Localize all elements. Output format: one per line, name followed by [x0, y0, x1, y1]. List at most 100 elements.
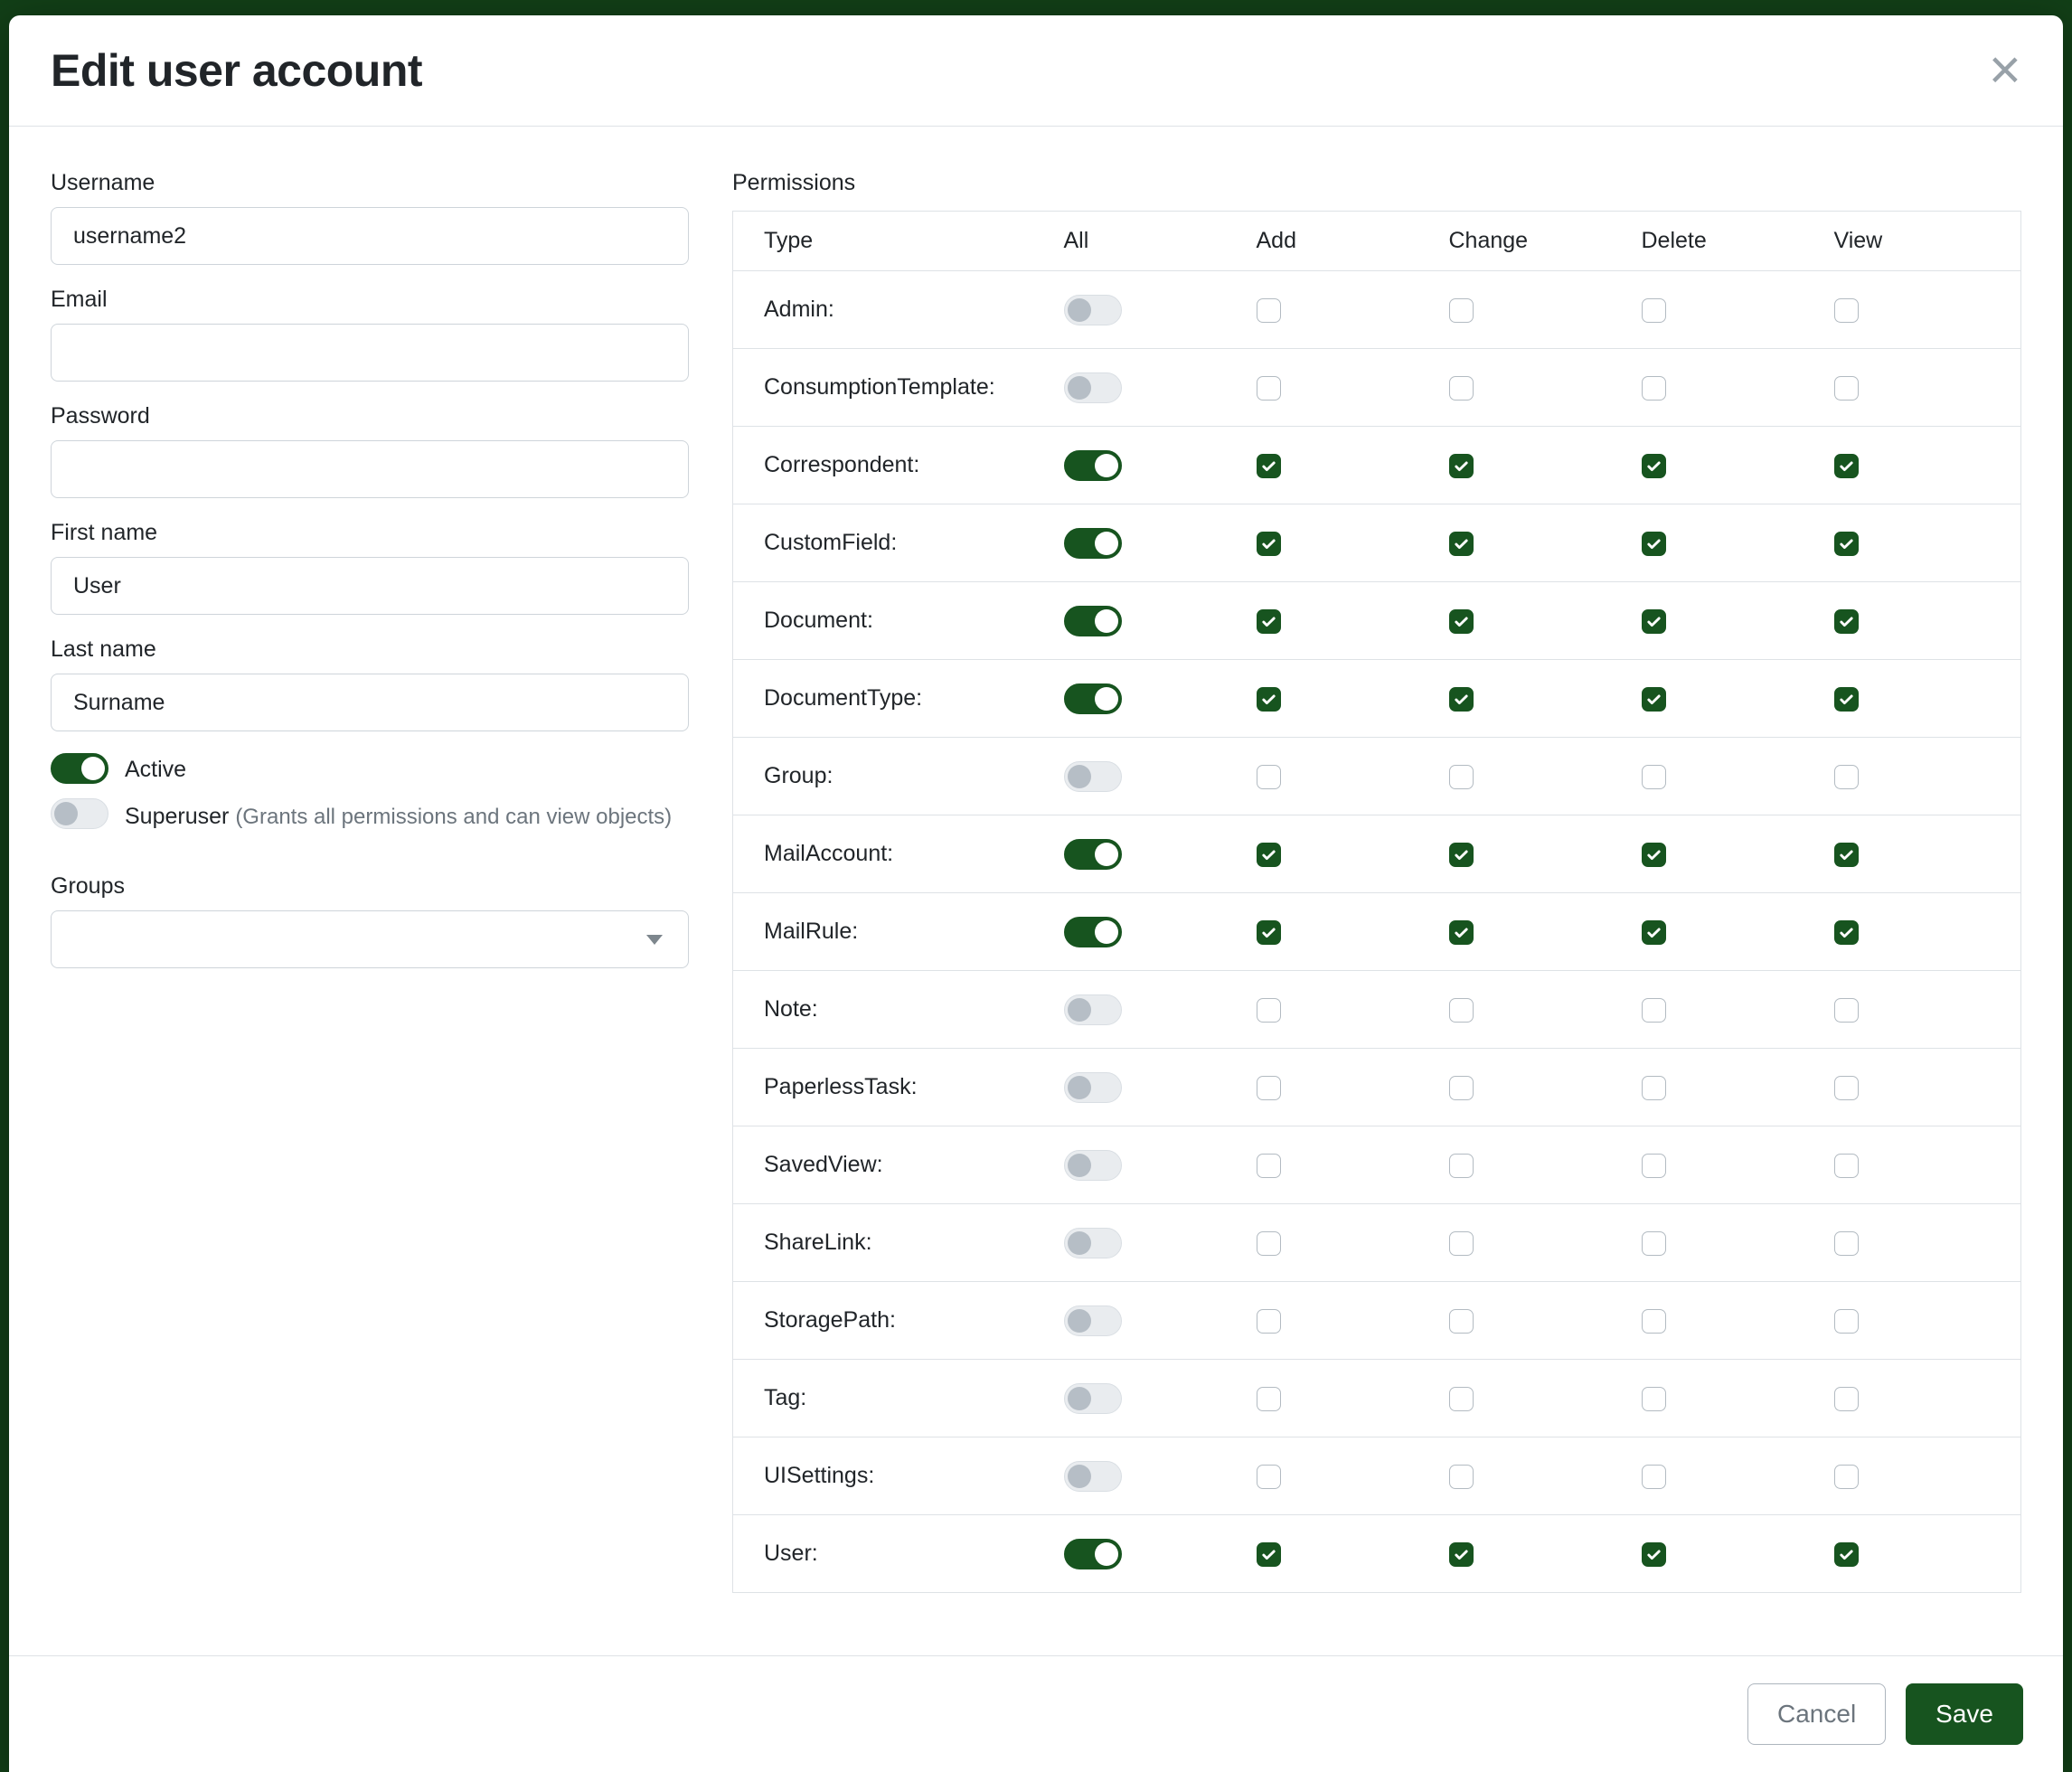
permission-view-checkbox[interactable]: [1834, 1154, 1859, 1178]
active-toggle[interactable]: [51, 753, 108, 784]
permission-change-checkbox[interactable]: [1449, 1231, 1474, 1256]
permission-add-checkbox[interactable]: [1257, 1076, 1281, 1100]
permission-delete-checkbox[interactable]: [1642, 532, 1666, 556]
permission-change-checkbox[interactable]: [1449, 1076, 1474, 1100]
permission-view-checkbox[interactable]: [1834, 1076, 1859, 1100]
permission-view-checkbox[interactable]: [1834, 532, 1859, 556]
modal-body: Username Email Password First name Last …: [9, 127, 2063, 1655]
permission-delete-checkbox[interactable]: [1642, 1231, 1666, 1256]
permission-add-checkbox[interactable]: [1257, 609, 1281, 634]
permission-delete-checkbox[interactable]: [1642, 1309, 1666, 1334]
permission-delete-checkbox[interactable]: [1642, 687, 1666, 712]
permission-view-checkbox[interactable]: [1834, 843, 1859, 867]
close-icon[interactable]: ×: [1989, 42, 2021, 99]
permission-change-checkbox[interactable]: [1449, 376, 1474, 401]
permission-change-checkbox[interactable]: [1449, 998, 1474, 1023]
permission-add-checkbox[interactable]: [1257, 1154, 1281, 1178]
permission-delete-checkbox[interactable]: [1642, 1387, 1666, 1411]
username-input[interactable]: [51, 207, 689, 265]
superuser-toggle[interactable]: [51, 798, 108, 829]
permission-delete-checkbox[interactable]: [1642, 298, 1666, 323]
permission-delete-checkbox[interactable]: [1642, 376, 1666, 401]
permission-add-checkbox[interactable]: [1257, 298, 1281, 323]
permission-change-checkbox[interactable]: [1449, 1387, 1474, 1411]
permission-all-toggle[interactable]: [1064, 1539, 1122, 1569]
permission-all-toggle[interactable]: [1064, 1461, 1122, 1492]
permission-delete-checkbox[interactable]: [1642, 920, 1666, 945]
permission-all-toggle[interactable]: [1064, 917, 1122, 947]
permission-view-checkbox[interactable]: [1834, 376, 1859, 401]
permission-all-toggle[interactable]: [1064, 450, 1122, 481]
column-header-type: Type: [733, 212, 1059, 271]
permission-change-checkbox[interactable]: [1449, 687, 1474, 712]
permission-add-checkbox[interactable]: [1257, 1387, 1281, 1411]
permission-view-checkbox[interactable]: [1834, 1387, 1859, 1411]
permission-change-checkbox[interactable]: [1449, 765, 1474, 789]
permission-add-checkbox[interactable]: [1257, 920, 1281, 945]
permission-add-checkbox[interactable]: [1257, 1309, 1281, 1334]
permission-all-toggle[interactable]: [1064, 372, 1122, 403]
permission-view-checkbox[interactable]: [1834, 609, 1859, 634]
permission-add-checkbox[interactable]: [1257, 843, 1281, 867]
permission-all-toggle[interactable]: [1064, 1072, 1122, 1103]
permission-all-toggle[interactable]: [1064, 528, 1122, 559]
permission-change-checkbox[interactable]: [1449, 1542, 1474, 1567]
permission-view-checkbox[interactable]: [1834, 920, 1859, 945]
permission-row: DocumentType:: [733, 660, 2021, 738]
last-name-input[interactable]: [51, 674, 689, 731]
permission-all-toggle[interactable]: [1064, 994, 1122, 1025]
permission-all-toggle[interactable]: [1064, 1383, 1122, 1414]
permission-delete-checkbox[interactable]: [1642, 1154, 1666, 1178]
permission-delete-checkbox[interactable]: [1642, 609, 1666, 634]
permission-view-checkbox[interactable]: [1834, 298, 1859, 323]
permission-view-checkbox[interactable]: [1834, 1309, 1859, 1334]
email-input[interactable]: [51, 324, 689, 382]
permission-view-checkbox[interactable]: [1834, 765, 1859, 789]
permission-delete-checkbox[interactable]: [1642, 1542, 1666, 1567]
permission-add-checkbox[interactable]: [1257, 998, 1281, 1023]
password-input[interactable]: [51, 440, 689, 498]
permission-all-toggle[interactable]: [1064, 683, 1122, 714]
permission-view-checkbox[interactable]: [1834, 687, 1859, 712]
permission-all-toggle[interactable]: [1064, 839, 1122, 870]
permission-add-checkbox[interactable]: [1257, 454, 1281, 478]
permission-add-checkbox[interactable]: [1257, 1231, 1281, 1256]
permission-delete-checkbox[interactable]: [1642, 998, 1666, 1023]
permission-change-checkbox[interactable]: [1449, 298, 1474, 323]
permission-add-checkbox[interactable]: [1257, 765, 1281, 789]
permission-add-checkbox[interactable]: [1257, 532, 1281, 556]
permission-view-checkbox[interactable]: [1834, 1231, 1859, 1256]
permission-delete-checkbox[interactable]: [1642, 765, 1666, 789]
permission-change-checkbox[interactable]: [1449, 843, 1474, 867]
permission-change-checkbox[interactable]: [1449, 532, 1474, 556]
permission-view-checkbox[interactable]: [1834, 1465, 1859, 1489]
permission-change-checkbox[interactable]: [1449, 920, 1474, 945]
permission-all-toggle[interactable]: [1064, 1228, 1122, 1258]
permission-add-checkbox[interactable]: [1257, 376, 1281, 401]
email-field-group: Email: [51, 287, 689, 382]
permission-all-toggle[interactable]: [1064, 606, 1122, 636]
cancel-button[interactable]: Cancel: [1747, 1683, 1886, 1745]
permission-view-checkbox[interactable]: [1834, 1542, 1859, 1567]
permission-view-checkbox[interactable]: [1834, 998, 1859, 1023]
permission-delete-checkbox[interactable]: [1642, 843, 1666, 867]
permission-change-checkbox[interactable]: [1449, 1465, 1474, 1489]
permission-all-toggle[interactable]: [1064, 1150, 1122, 1181]
permission-delete-checkbox[interactable]: [1642, 454, 1666, 478]
permission-add-checkbox[interactable]: [1257, 1542, 1281, 1567]
permission-add-checkbox[interactable]: [1257, 1465, 1281, 1489]
groups-select[interactable]: [51, 910, 689, 968]
permission-change-checkbox[interactable]: [1449, 609, 1474, 634]
permission-delete-checkbox[interactable]: [1642, 1465, 1666, 1489]
permission-all-toggle[interactable]: [1064, 761, 1122, 792]
permission-all-toggle[interactable]: [1064, 295, 1122, 325]
first-name-input[interactable]: [51, 557, 689, 615]
save-button[interactable]: Save: [1906, 1683, 2023, 1745]
permission-delete-checkbox[interactable]: [1642, 1076, 1666, 1100]
permission-view-checkbox[interactable]: [1834, 454, 1859, 478]
permission-all-toggle[interactable]: [1064, 1305, 1122, 1336]
permission-change-checkbox[interactable]: [1449, 1309, 1474, 1334]
permission-change-checkbox[interactable]: [1449, 454, 1474, 478]
permission-add-checkbox[interactable]: [1257, 687, 1281, 712]
permission-change-checkbox[interactable]: [1449, 1154, 1474, 1178]
